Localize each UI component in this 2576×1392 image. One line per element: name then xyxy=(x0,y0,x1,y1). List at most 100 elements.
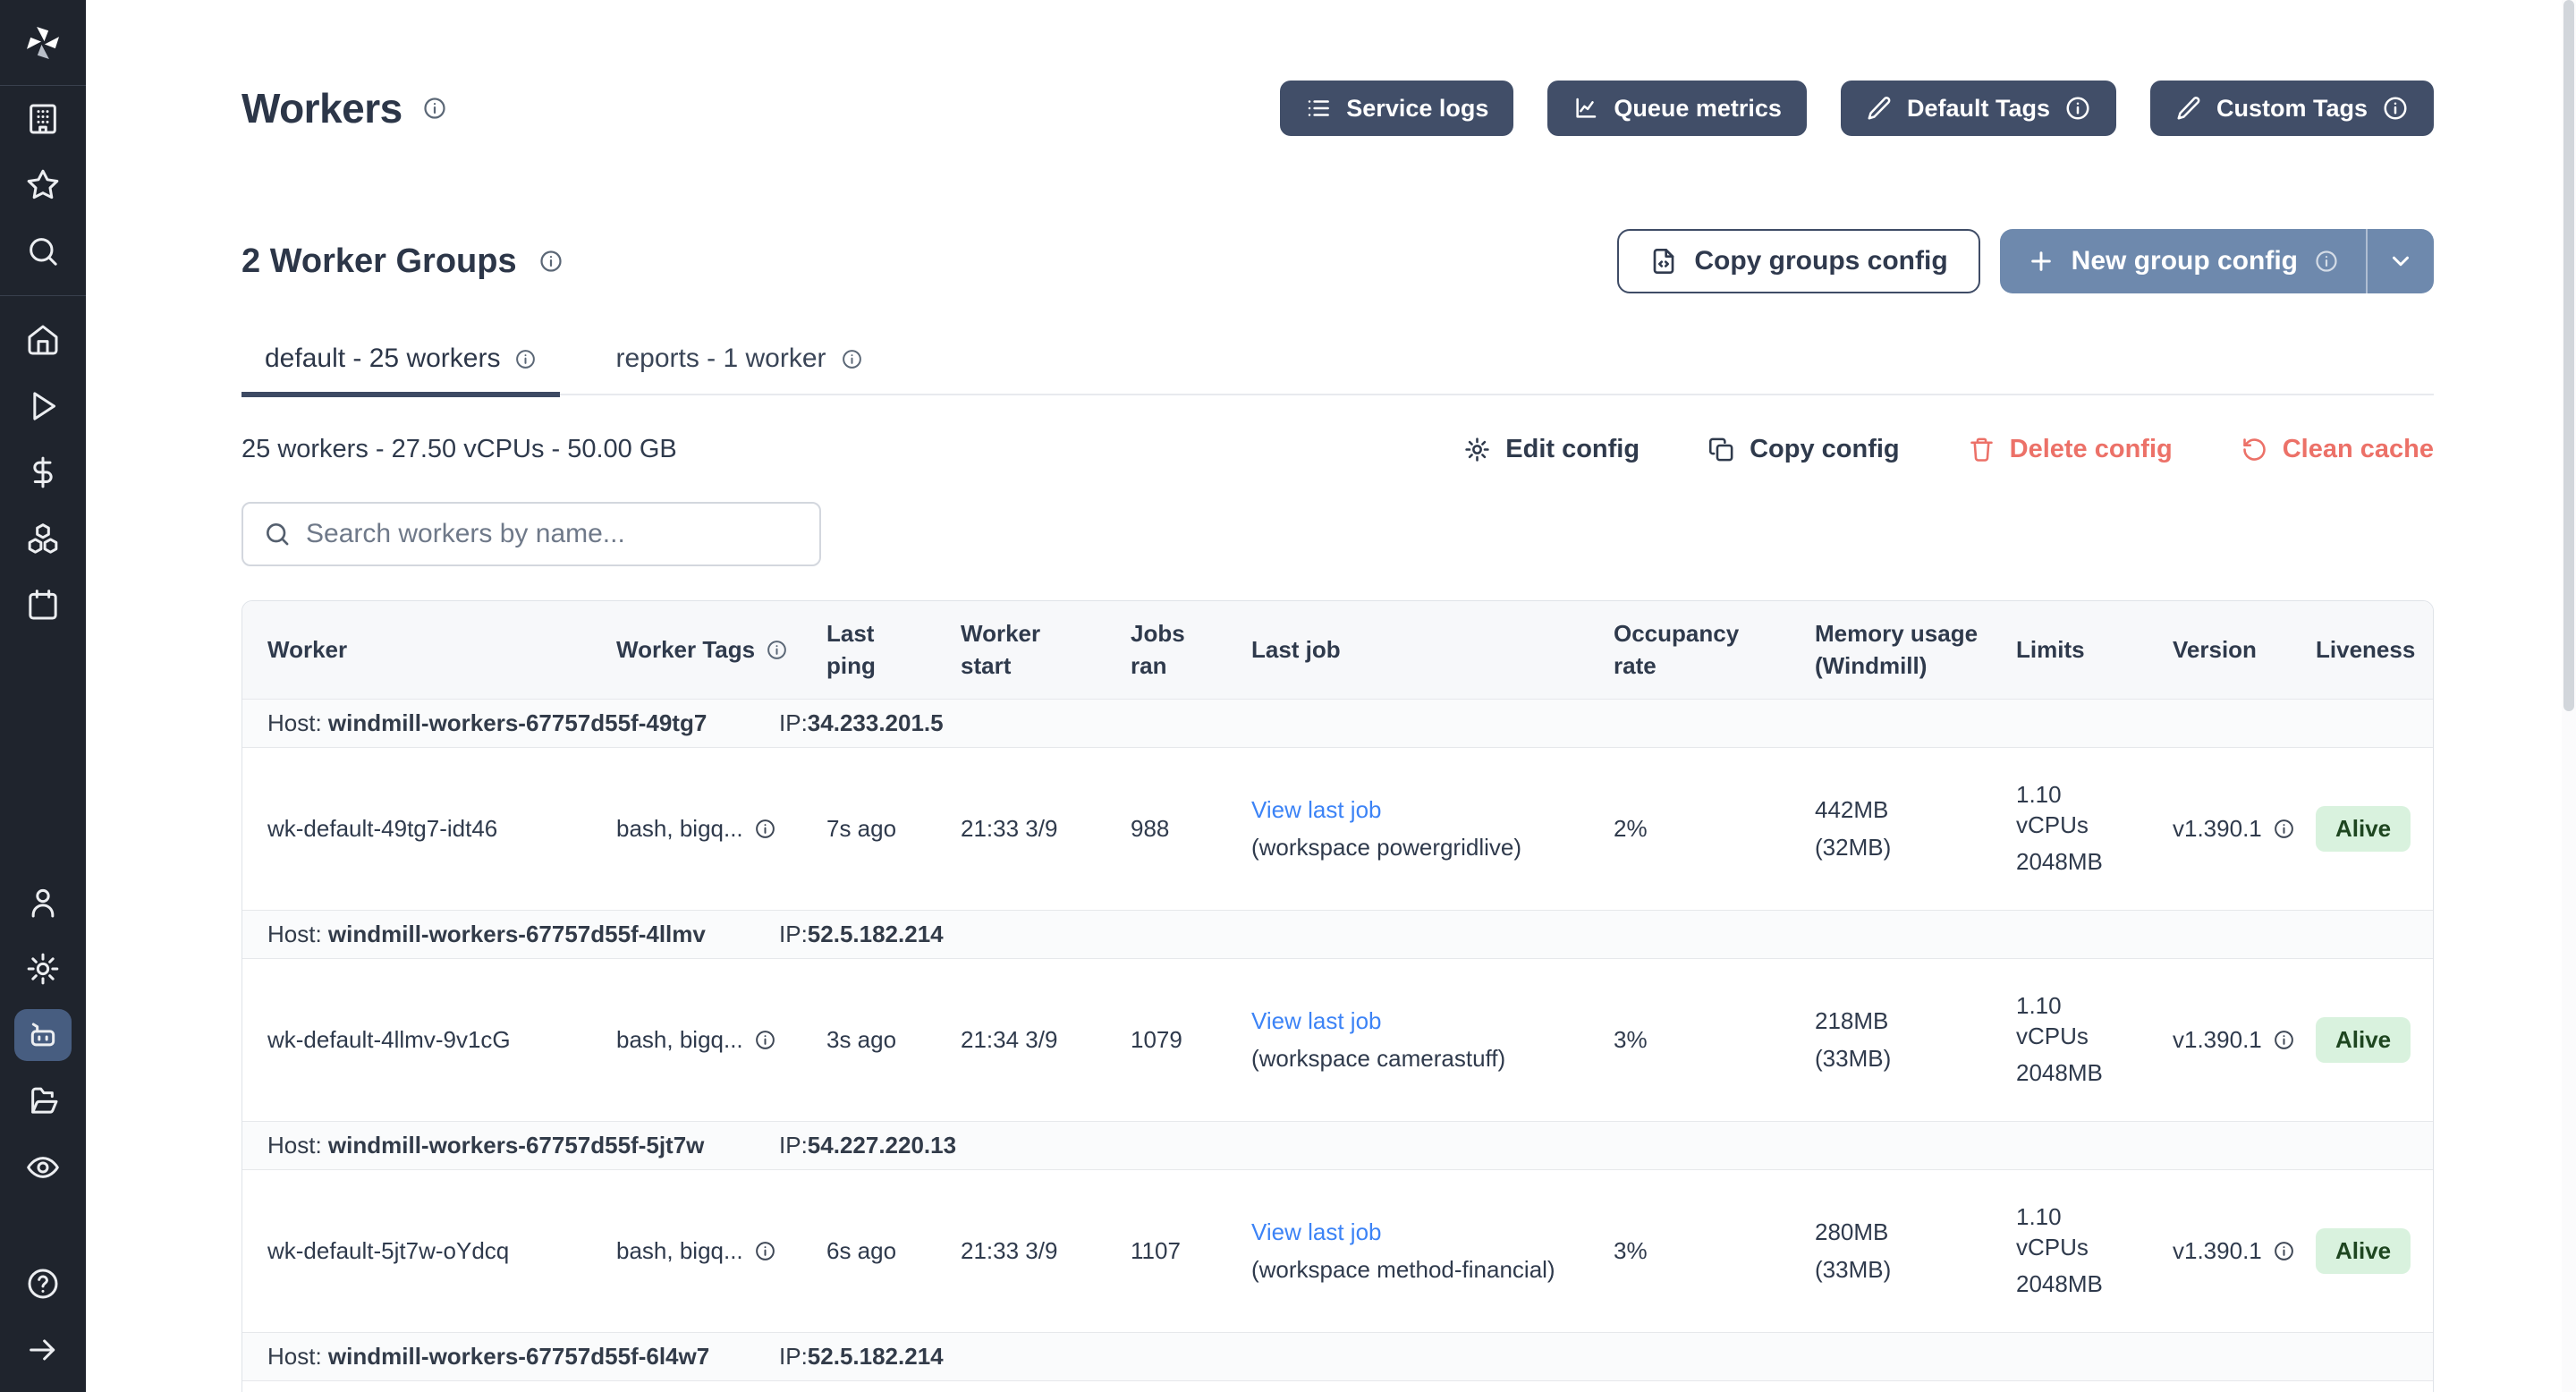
eye-icon xyxy=(25,1150,61,1185)
search-input[interactable] xyxy=(306,519,800,549)
scrollbar-track[interactable] xyxy=(2562,0,2576,1392)
view-last-job-link[interactable]: View last job xyxy=(1251,1218,1382,1248)
sidebar-item-search[interactable] xyxy=(0,218,86,284)
sidebar-item-runs[interactable] xyxy=(0,373,86,439)
service-logs-button[interactable]: Service logs xyxy=(1280,81,1513,136)
info-icon[interactable] xyxy=(2064,95,2091,122)
host-ip-value: 52.5.182.214 xyxy=(808,921,944,947)
view-last-job-link[interactable]: View last job xyxy=(1251,1006,1382,1037)
sidebar-item-resources[interactable] xyxy=(0,505,86,572)
alive-badge: Alive xyxy=(2316,1228,2411,1274)
host-name: windmill-workers-67757d55f-6l4w7 xyxy=(328,1343,709,1370)
scrollbar-thumb[interactable] xyxy=(2563,0,2574,711)
new-group-config-split-button: New group config xyxy=(2000,229,2434,293)
sidebar-item-help[interactable] xyxy=(0,1251,86,1317)
last-job-cell: View last job(workspace method-financial… xyxy=(1226,1218,1589,1286)
main-content: Workers Service logs Queue metrics Defau… xyxy=(86,0,2576,1392)
host-label: Host: windmill-workers-67757d55f-4llmv xyxy=(242,921,706,948)
delete-config-button[interactable]: Delete config xyxy=(1968,435,2173,464)
view-last-job-link[interactable]: View last job xyxy=(1251,795,1382,826)
config-bar: 25 workers - 27.50 vCPUs - 50.00 GB Edit… xyxy=(242,435,2434,464)
info-icon[interactable] xyxy=(766,639,788,661)
info-icon[interactable] xyxy=(754,1240,776,1262)
search-icon xyxy=(263,520,292,548)
sidebar-item-audit-logs[interactable] xyxy=(0,1134,86,1201)
sidebar-item-home[interactable] xyxy=(0,307,86,373)
new-group-config-button[interactable]: New group config xyxy=(2000,229,2366,293)
last-job-workspace: (workspace powergridlive) xyxy=(1251,833,1521,863)
gear-icon xyxy=(25,951,61,987)
pen-icon xyxy=(1866,95,1893,122)
host-row: Host: windmill-workers-67757d55f-4llmvIP… xyxy=(242,911,2433,959)
worker-name: wk-default-4llmv-9v1cG xyxy=(242,1026,591,1054)
limits: 1.10 vCPUs2048MB xyxy=(1991,780,2148,878)
info-icon[interactable] xyxy=(538,249,564,274)
chevron-down-icon xyxy=(2387,248,2414,275)
home-icon xyxy=(25,322,61,358)
sidebar-item-workers[interactable] xyxy=(0,1002,86,1068)
clean-cache-button[interactable]: Clean cache xyxy=(2241,435,2434,464)
host-row: Host: windmill-workers-67757d55f-49tg7IP… xyxy=(242,700,2433,748)
sidebar-item-folders[interactable] xyxy=(0,1068,86,1134)
last-ping: 7s ago xyxy=(801,815,936,843)
info-icon[interactable] xyxy=(514,348,537,370)
default-tags-button[interactable]: Default Tags xyxy=(1841,81,2116,136)
tab-reports[interactable]: reports - 1 worker xyxy=(592,344,886,394)
sidebar-item-favorites[interactable] xyxy=(0,152,86,218)
group-summary: 25 workers - 27.50 vCPUs - 50.00 GB xyxy=(242,435,677,464)
page-title: Workers xyxy=(242,84,402,132)
host-row: Host: windmill-workers-67757d55f-5jt7wIP… xyxy=(242,1122,2433,1170)
copy-groups-config-button[interactable]: Copy groups config xyxy=(1617,229,1979,293)
info-icon[interactable] xyxy=(841,348,863,370)
host-row: Host: windmill-workers-67757d55f-6l4w7IP… xyxy=(242,1333,2433,1381)
custom-tags-button[interactable]: Custom Tags xyxy=(2150,81,2434,136)
worker-name: wk-default-5jt7w-oYdcq xyxy=(242,1237,591,1265)
calendar-icon xyxy=(25,587,61,623)
windmill-logo[interactable] xyxy=(0,0,86,86)
sidebar-item-settings[interactable] xyxy=(0,936,86,1002)
title-row: Workers Service logs Queue metrics Defau… xyxy=(242,81,2434,136)
new-group-config-dropdown[interactable] xyxy=(2368,229,2434,293)
host-name: windmill-workers-67757d55f-49tg7 xyxy=(328,709,707,736)
worker-tags: bash, bigq... xyxy=(591,1237,801,1265)
host-name: windmill-workers-67757d55f-4llmv xyxy=(328,921,706,947)
info-icon[interactable] xyxy=(754,1029,776,1051)
chart-icon xyxy=(1572,95,1599,122)
gear-icon xyxy=(1463,436,1491,463)
version: v1.390.1 xyxy=(2148,1237,2291,1265)
worker-row: wk-default-5jt7w-oYdcqbash, bigq...6s ag… xyxy=(242,1170,2433,1333)
search-icon xyxy=(25,233,61,269)
last-ping: 6s ago xyxy=(801,1237,936,1265)
info-icon[interactable] xyxy=(754,818,776,840)
host-ip-value: 34.233.201.5 xyxy=(808,709,944,736)
info-icon[interactable] xyxy=(2314,249,2339,274)
sidebar-collapse-toggle[interactable] xyxy=(0,1317,86,1383)
sidebar-item-variables[interactable] xyxy=(0,439,86,505)
memory-usage: 442MB(32MB) xyxy=(1790,795,1991,863)
sidebar-item-user[interactable] xyxy=(0,870,86,936)
occupancy-rate: 3% xyxy=(1589,1237,1790,1265)
jobs-ran: 988 xyxy=(1106,815,1226,843)
file-code-icon xyxy=(1649,247,1678,276)
sidebar-bottom-group xyxy=(0,870,86,1392)
alive-badge: Alive xyxy=(2316,1017,2411,1063)
edit-config-button[interactable]: Edit config xyxy=(1463,435,1640,464)
col-last-ping: Last ping xyxy=(801,618,936,681)
sidebar-item-workspace[interactable] xyxy=(0,86,86,152)
info-icon[interactable] xyxy=(2382,95,2409,122)
host-ip: IP:34.233.201.5 xyxy=(779,709,944,737)
copy-config-button[interactable]: Copy config xyxy=(1707,435,1900,464)
info-icon[interactable] xyxy=(422,96,447,121)
worker-groups-row: 2 Worker Groups Copy groups config New g… xyxy=(242,229,2434,293)
copy-icon xyxy=(1707,436,1735,463)
worker-search xyxy=(242,502,821,566)
active-highlight xyxy=(14,1009,72,1061)
queue-metrics-button[interactable]: Queue metrics xyxy=(1547,81,1807,136)
tab-default[interactable]: default - 25 workers xyxy=(242,344,560,394)
worker-start: 21:34 3/9 xyxy=(936,1026,1106,1054)
col-worker-tags: Worker Tags xyxy=(591,634,801,666)
liveness: Alive xyxy=(2291,1017,2432,1063)
col-liveness: Liveness xyxy=(2291,634,2432,666)
version: v1.390.1 xyxy=(2148,815,2291,843)
sidebar-item-schedules[interactable] xyxy=(0,572,86,638)
